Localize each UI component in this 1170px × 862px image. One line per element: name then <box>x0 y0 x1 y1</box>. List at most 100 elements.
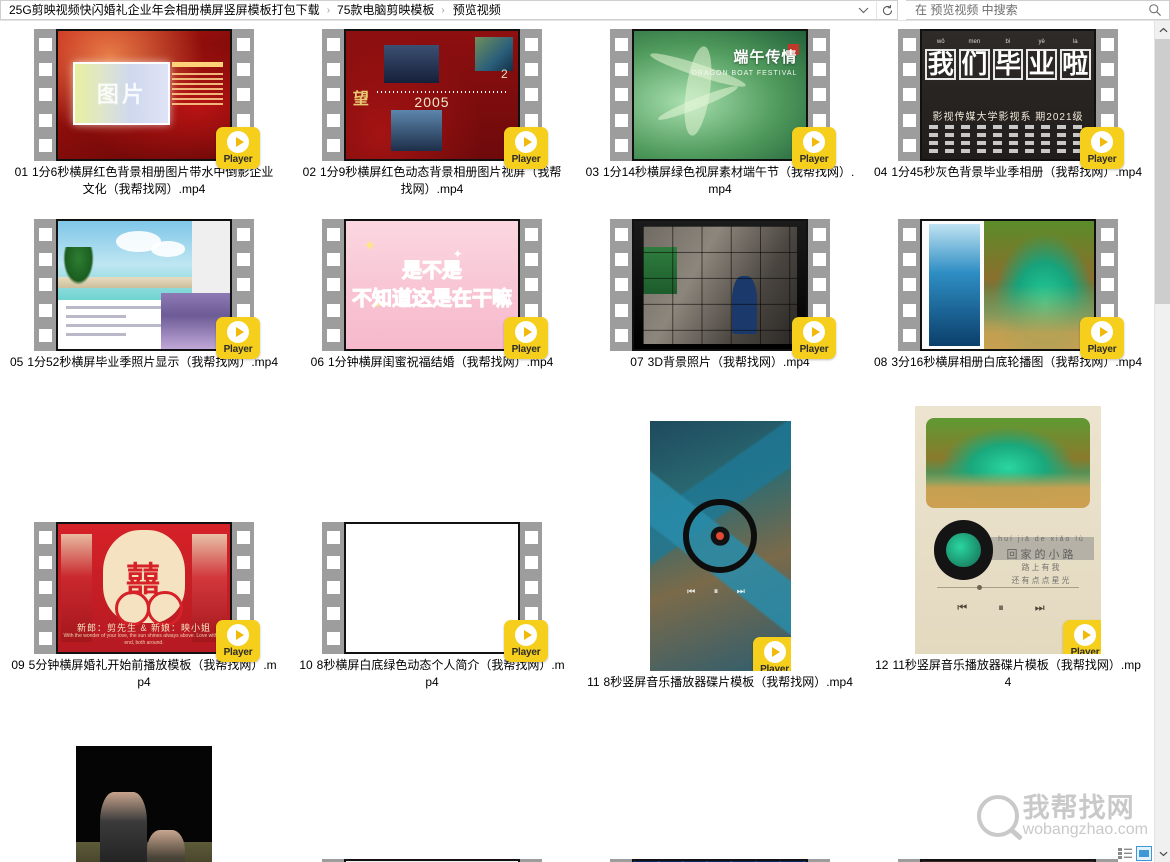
player-badge[interactable]: Player <box>504 317 548 359</box>
grid-item[interactable]: 囍 新郎：剪先生 & 新娘：映小姐 With the wonder of you… <box>0 522 288 691</box>
play-icon <box>515 624 537 646</box>
film-perforations-left <box>322 219 344 351</box>
grid-item[interactable]: ✦ ✦ ✦ 是不是 不知道这是在干嘛 Player 06 1分钟横屏闺蜜祝福结婚… <box>288 211 576 371</box>
thumbnail-image: 囍 新郎：剪先生 & 新娘：映小姐 With the wonder of you… <box>58 524 230 652</box>
file-list-view[interactable]: 图片 Player 01 1分6秒横屏红色背景相册图片带水中倒影企业文化（我帮找… <box>0 21 1154 862</box>
grid-item[interactable]: ⏮ ⏸ ⏭ Player 11 8秒竖屏音乐播放器碟片模板（我帮找网）.mp4 <box>576 421 864 691</box>
grid-item[interactable]: 2005 望 2 Player 02 1分9秒横屏红色动态背景相册图片视屏（我帮… <box>288 21 576 198</box>
file-explorer-window: 25G剪映视频快闪婚礼企业年会相册横屏竖屏模板打包下载 › 75款电脑剪映模板 … <box>0 0 1170 862</box>
item-index: 02 <box>302 165 316 179</box>
grid-item[interactable]: Player 07 3D背景照片（我帮找网）.mp4 <box>576 211 864 371</box>
thumbnail-wrapper[interactable]: Player <box>4 219 284 359</box>
video-frame: 图片 <box>56 29 232 161</box>
item-index: 03 <box>585 165 599 179</box>
artwork-title-block: 端午传情 DRAGON BOAT FESTIVAL <box>692 46 798 78</box>
film-perforations-left <box>34 219 56 351</box>
artwork-pinyin-row: wǒ men bì yè la <box>925 39 1090 45</box>
thumbnail-wrapper[interactable] <box>4 746 284 862</box>
player-badge[interactable]: Player <box>1080 127 1124 169</box>
scroll-up-button[interactable] <box>1155 21 1170 38</box>
artwork-vinyl-disc <box>933 520 994 580</box>
scroll-down-button[interactable] <box>1155 845 1170 862</box>
portrait-thumbnail[interactable] <box>76 746 212 862</box>
breadcrumb-separator-1: › <box>326 4 331 16</box>
breadcrumb-address-box[interactable]: 25G剪映视频快闪婚礼企业年会相册横屏竖屏模板打包下载 › 75款电脑剪映模板 … <box>0 0 876 20</box>
play-icon <box>803 131 825 153</box>
film-perforations-left <box>322 522 344 654</box>
player-badge[interactable]: Player <box>752 637 791 671</box>
grid-item[interactable]: 图片 Player 01 1分6秒横屏红色背景相册图片带水中倒影企业文化（我帮找… <box>0 21 288 198</box>
filmstrip-thumbnail[interactable]: Player <box>898 219 1124 359</box>
search-box[interactable]: 在 预览视频 中搜索 <box>906 0 1170 20</box>
thumbnail-wrapper[interactable]: 2005 望 2 Player <box>292 29 572 169</box>
view-mode-buttons[interactable] <box>1117 846 1152 861</box>
breadcrumb-item-1[interactable]: 25G剪映视频快闪婚礼企业年会相册横屏竖屏模板打包下载 <box>7 1 322 20</box>
filmstrip-thumbnail[interactable]: Player <box>322 522 548 662</box>
thumbnail-wrapper[interactable]: 囍 新郎：剪先生 & 新娘：映小姐 With the wonder of you… <box>4 522 284 662</box>
player-badge[interactable]: Player <box>792 127 836 169</box>
filmstrip-thumbnail[interactable]: Player <box>610 219 836 359</box>
item-index: 04 <box>873 165 888 179</box>
grid-item[interactable]: Player 08 3分16秒横屏相册白底轮播图（我帮找网）.mp4 <box>864 211 1152 371</box>
artwork-pinyin-3: yè <box>1038 38 1045 45</box>
search-icon[interactable] <box>1147 3 1163 17</box>
details-view-icon[interactable] <box>1117 846 1133 861</box>
grid-item[interactable]: Player 05 1分52秒横屏毕业季照片显示（我帮找网）.mp4 <box>0 211 288 371</box>
filmstrip-thumbnail[interactable]: 图片 Player <box>34 29 260 169</box>
filmstrip-thumbnail[interactable]: wǒ men bì yè la 我 们 毕 业 啦 影视传媒大学影视系 期202… <box>898 29 1124 169</box>
scrollbar-thumb[interactable] <box>1155 39 1170 304</box>
grid-item[interactable]: wǒ men bì yè la 我 们 毕 业 啦 影视传媒大学影视系 期202… <box>864 21 1152 181</box>
thumbnail-wrapper[interactable]: 图片 Player <box>4 29 284 169</box>
artwork-red-stage: 图片 <box>58 31 230 159</box>
filmstrip-thumbnail[interactable]: 端午传情 DRAGON BOAT FESTIVAL Player <box>610 29 836 169</box>
portrait-thumbnail[interactable]: ⏮ ⏸ ⏭ Player <box>649 421 791 671</box>
filmstrip-thumbnail[interactable]: 2005 望 2 Player <box>322 29 548 169</box>
player-badge-label: Player <box>223 344 253 355</box>
artwork-title-en: DRAGON BOAT FESTIVAL <box>691 70 798 78</box>
thumbnail-wrapper[interactable]: ✦ ✦ ✦ 是不是 不知道这是在干嘛 Player <box>292 219 572 359</box>
player-badge[interactable]: Player <box>504 127 548 169</box>
video-frame: wǒ men bì yè la 我 们 毕 业 啦 影视传媒大学影视系 期202… <box>920 29 1096 161</box>
play-icon <box>227 624 249 646</box>
item-index: 08 <box>873 355 888 369</box>
video-frame: 端午传情 DRAGON BOAT FESTIVAL <box>632 29 808 161</box>
grid-item[interactable]: Player 10 8秒横屏白底绿色动态个人简介（我帮找网）.mp4 <box>288 522 576 691</box>
refresh-button[interactable] <box>876 0 898 20</box>
player-badge[interactable]: Player <box>216 127 260 169</box>
filmstrip-thumbnail[interactable]: 囍 新郎：剪先生 & 新娘：映小姐 With the wonder of you… <box>34 522 260 662</box>
player-badge[interactable]: Player <box>216 620 260 662</box>
thumbnail-wrapper[interactable]: 端午传情 DRAGON BOAT FESTIVAL Player <box>580 29 860 169</box>
player-badge[interactable]: Player <box>216 317 260 359</box>
portrait-thumbnail[interactable]: huí jiā de xiǎo lù 回家的小路 路上有我 还有点点星光 ⏮ ⏸… <box>915 406 1101 654</box>
filmstrip-thumbnail[interactable]: Player <box>34 219 260 359</box>
thumbnail-wrapper[interactable]: ⏮ ⏸ ⏭ Player <box>580 421 860 671</box>
grid-row <box>0 691 1154 862</box>
thumbnail-wrapper[interactable]: huí jiā de xiǎo lù 回家的小路 路上有我 还有点点星光 ⏮ ⏸… <box>868 406 1148 654</box>
tiles-view-icon[interactable] <box>1136 846 1152 861</box>
filmstrip-thumbnail[interactable]: ✦ ✦ ✦ 是不是 不知道这是在干嘛 Player <box>322 219 548 359</box>
player-badge[interactable]: Player <box>1063 620 1101 654</box>
vertical-scrollbar[interactable] <box>1154 21 1170 862</box>
search-input[interactable]: 在 预览视频 中搜索 <box>915 1 1147 20</box>
breadcrumb-item-3[interactable]: 预览视频 <box>450 1 503 20</box>
artwork-player-controls: ⏮ ⏸ ⏭ <box>687 586 753 596</box>
player-badge-label: Player <box>799 344 829 355</box>
film-perforations-left <box>898 29 920 161</box>
item-index: 12 <box>875 658 889 672</box>
thumbnail-wrapper[interactable]: Player <box>292 522 572 662</box>
thumbnail-wrapper[interactable]: Player <box>580 219 860 359</box>
chevron-down-icon[interactable] <box>850 7 876 14</box>
grid-item[interactable] <box>0 746 288 862</box>
thumbnail-wrapper[interactable]: Player <box>868 219 1148 359</box>
player-badge[interactable]: Player <box>504 620 548 662</box>
grid-item[interactable]: huí jiā de xiǎo lù 回家的小路 路上有我 还有点点星光 ⏮ ⏸… <box>864 406 1152 691</box>
grid-item[interactable]: 端午传情 DRAGON BOAT FESTIVAL Player 03 1分14… <box>576 21 864 198</box>
player-badge[interactable]: Player <box>792 317 836 359</box>
thumbnail-wrapper[interactable]: wǒ men bì yè la 我 们 毕 业 啦 影视传媒大学影视系 期202… <box>868 29 1148 169</box>
play-icon <box>515 321 537 343</box>
player-badge[interactable]: Player <box>1080 317 1124 359</box>
artwork-lyric-3: 还有点点星光 <box>1011 575 1072 585</box>
film-perforations-left <box>34 522 56 654</box>
artwork-pinyin-1: men <box>968 38 981 45</box>
breadcrumb-item-2[interactable]: 75款电脑剪映模板 <box>335 1 436 20</box>
